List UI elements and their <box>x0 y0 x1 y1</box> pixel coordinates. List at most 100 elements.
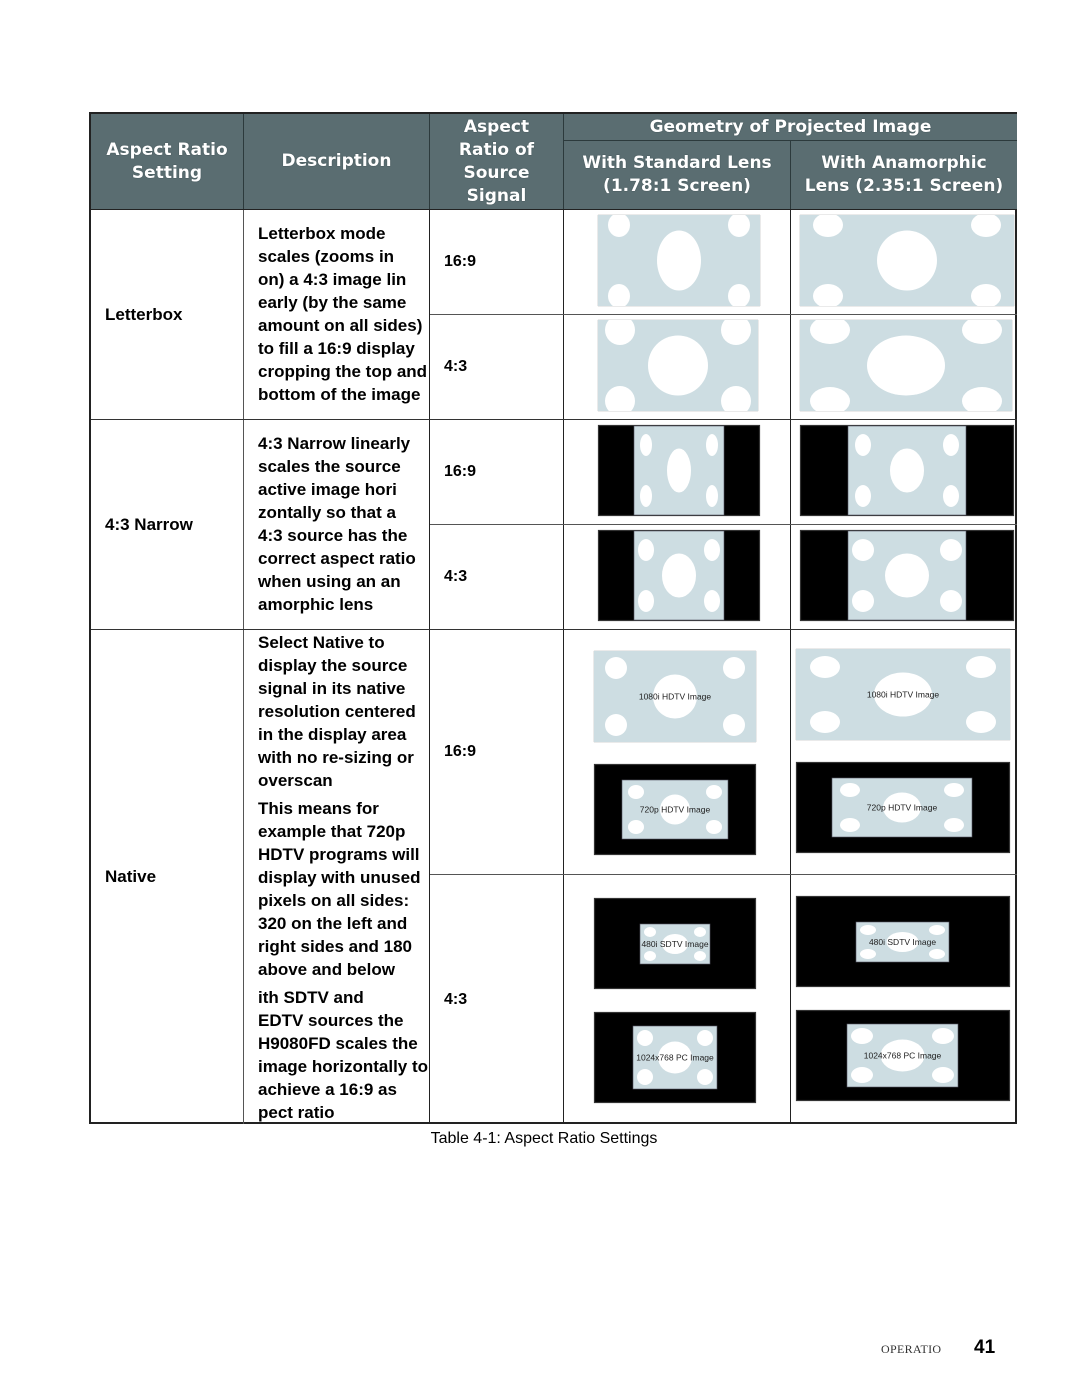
header-standard-lens: With Standard Lens (1.78:1 Screen) <box>564 141 790 209</box>
corner-spot <box>851 1028 873 1044</box>
corner-spot <box>840 783 860 797</box>
corner-spot <box>644 927 656 937</box>
corner-spot <box>944 818 964 832</box>
corner-spot <box>932 1028 954 1044</box>
source-16-9: 16:9 <box>444 463 477 480</box>
corner-spot <box>628 785 644 799</box>
center-spot <box>890 448 924 493</box>
source-16-9: 16:9 <box>444 253 477 270</box>
corner-spot <box>728 284 750 306</box>
native-480i-anamorphic: 480i SDTV Image <box>795 895 1011 988</box>
native-720p-anamorphic: 720p HDTV Image <box>795 761 1011 854</box>
corner-spot <box>605 657 627 679</box>
native-pc-anamorphic: 1024x768 PC Image <box>795 1009 1011 1102</box>
letterbox-4-3-standard <box>597 319 759 412</box>
corner-spot <box>966 656 996 678</box>
image-area <box>598 320 758 411</box>
letterbox-16-9-standard <box>597 214 761 307</box>
image-label: 480i SDTV Image <box>641 939 708 949</box>
corner-spot <box>638 590 654 612</box>
divider <box>563 210 564 1124</box>
source-4-3: 4:3 <box>444 358 468 375</box>
corner-spot <box>640 485 652 507</box>
description-native-1: Select Native to display the source sign… <box>258 633 416 790</box>
corner-spot <box>637 1030 653 1046</box>
header-anamorphic-lens: With Anamorphic Lens (2.35:1 Screen) <box>791 141 1017 209</box>
narrow-4-3-anamorphic <box>799 529 1015 622</box>
header-geometry: Geometry of Projected Image <box>564 114 1017 140</box>
center-spot <box>877 230 937 291</box>
corner-spot <box>855 434 871 456</box>
corner-spot <box>940 539 962 561</box>
corner-spot <box>810 387 850 411</box>
image-area <box>800 215 1014 306</box>
setting-native: Native <box>105 867 157 886</box>
corner-spot <box>971 215 1001 237</box>
corner-spot <box>840 818 860 832</box>
letterbox-16-9-anamorphic <box>799 214 1015 307</box>
divider <box>790 210 791 1124</box>
corner-spot <box>637 1069 653 1085</box>
image-area <box>634 531 724 620</box>
source-4-3: 4:3 <box>444 568 468 585</box>
setting-4-3-narrow: 4:3 Narrow <box>105 514 193 534</box>
corner-spot <box>704 590 720 612</box>
center-spot <box>667 448 691 493</box>
native-1080i-standard: 1080i HDTV Image <box>593 650 757 743</box>
native-480i-standard: 480i SDTV Image <box>593 897 757 990</box>
corner-spot <box>628 820 644 834</box>
image-label: 1080i HDTV Image <box>867 690 940 700</box>
narrow-16-9-anamorphic <box>799 424 1015 517</box>
header-setting: Aspect Ratio Setting <box>91 114 243 209</box>
corner-spot <box>723 714 745 736</box>
corner-spot <box>608 284 630 306</box>
corner-spot <box>855 485 871 507</box>
setting-letterbox: Letterbox <box>105 304 183 324</box>
corner-spot <box>706 785 722 799</box>
narrow-4-3-standard <box>597 529 761 622</box>
header-description: Description <box>244 114 429 209</box>
corner-spot <box>962 387 1002 411</box>
corner-spot <box>697 1069 713 1085</box>
corner-spot <box>940 590 962 612</box>
corner-spot <box>608 215 630 237</box>
corner-spot <box>721 320 751 345</box>
corner-spot <box>694 927 706 937</box>
image-area <box>848 426 966 515</box>
native-720p-standard: 720p HDTV Image <box>593 763 757 856</box>
corner-spot <box>852 590 874 612</box>
corner-spot <box>851 1067 873 1083</box>
image-label: 480i SDTV Image <box>869 937 936 947</box>
corner-spot <box>706 434 718 456</box>
corner-spot <box>810 320 850 344</box>
corner-spot <box>640 434 652 456</box>
corner-spot <box>943 485 959 507</box>
corner-spot <box>728 215 750 237</box>
corner-spot <box>971 284 1001 306</box>
divider <box>564 140 1017 141</box>
corner-spot <box>966 711 996 733</box>
corner-spot <box>605 714 627 736</box>
corner-spot <box>810 656 840 678</box>
corner-spot <box>605 320 635 345</box>
corner-spot <box>943 434 959 456</box>
image-area <box>598 215 760 306</box>
footer-section-name: OPERATIO <box>881 1342 942 1356</box>
image-label: 720p HDTV Image <box>867 803 938 813</box>
center-spot <box>648 335 708 396</box>
corner-spot <box>697 1030 713 1046</box>
header-source-signal: Aspect Ratio of Source Signal <box>430 114 563 209</box>
corner-spot <box>810 711 840 733</box>
corner-spot <box>962 320 1002 344</box>
divider <box>563 114 564 209</box>
center-spot <box>885 553 929 598</box>
corner-spot <box>638 539 654 561</box>
source-4-3: 4:3 <box>444 990 468 1008</box>
image-area <box>800 320 1012 411</box>
corner-spot <box>860 925 876 935</box>
native-1080i-anamorphic: 1080i HDTV Image <box>795 648 1011 741</box>
divider <box>243 114 244 209</box>
source-16-9: 16:9 <box>444 743 477 760</box>
image-label: 1024x768 PC Image <box>864 1051 942 1061</box>
corner-spot <box>723 657 745 679</box>
